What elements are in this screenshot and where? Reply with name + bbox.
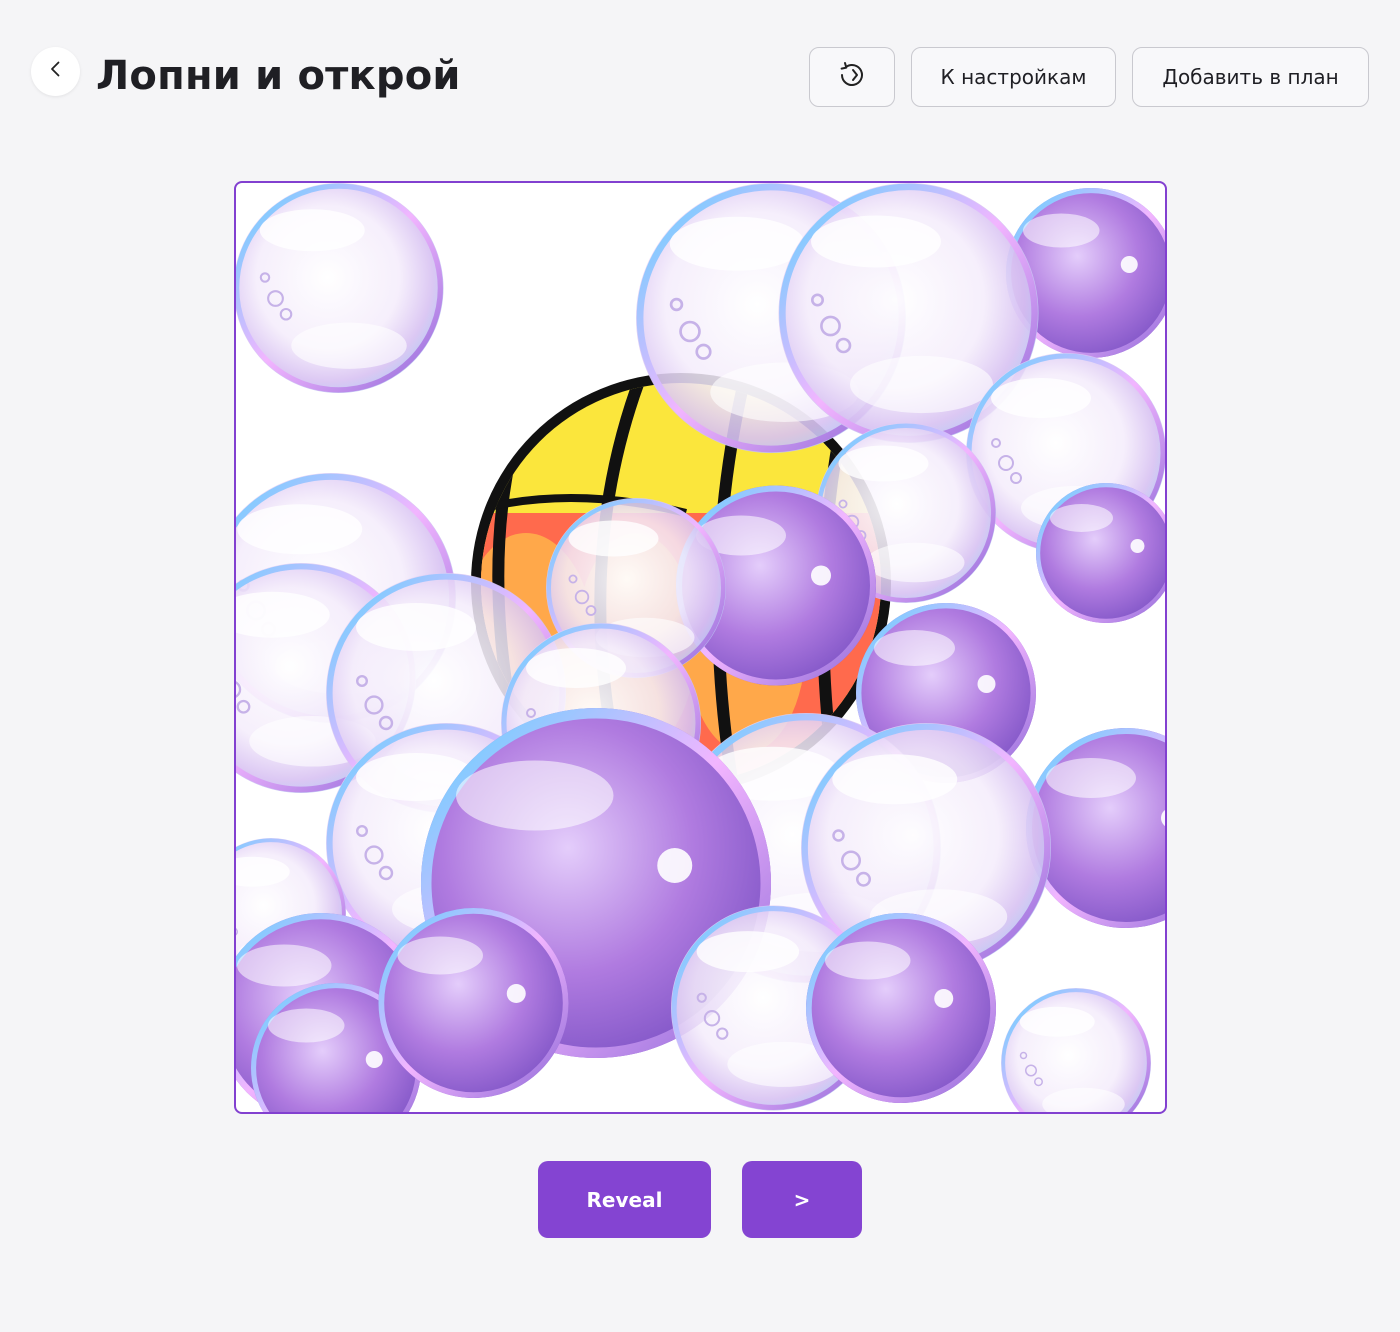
chevron-left-icon bbox=[46, 59, 66, 84]
refresh-icon bbox=[835, 58, 869, 97]
settings-button[interactable]: К настройкам bbox=[911, 47, 1116, 107]
reveal-button[interactable]: Reveal bbox=[538, 1161, 711, 1238]
bubble[interactable] bbox=[379, 908, 569, 1098]
bubble-board bbox=[234, 181, 1167, 1114]
next-button[interactable]: > bbox=[742, 1161, 862, 1238]
page-title: Лопни и открой bbox=[96, 53, 461, 99]
back-button[interactable] bbox=[31, 47, 80, 96]
refresh-button[interactable] bbox=[809, 47, 895, 107]
bubble[interactable] bbox=[1001, 988, 1151, 1112]
add-to-plan-button[interactable]: Добавить в план bbox=[1132, 47, 1369, 107]
bubble[interactable] bbox=[806, 913, 996, 1103]
bubble-board-canvas bbox=[236, 183, 1165, 1112]
header: Лопни и открой К настройкам Добавить в п… bbox=[0, 0, 1400, 150]
bubble[interactable] bbox=[236, 183, 444, 393]
